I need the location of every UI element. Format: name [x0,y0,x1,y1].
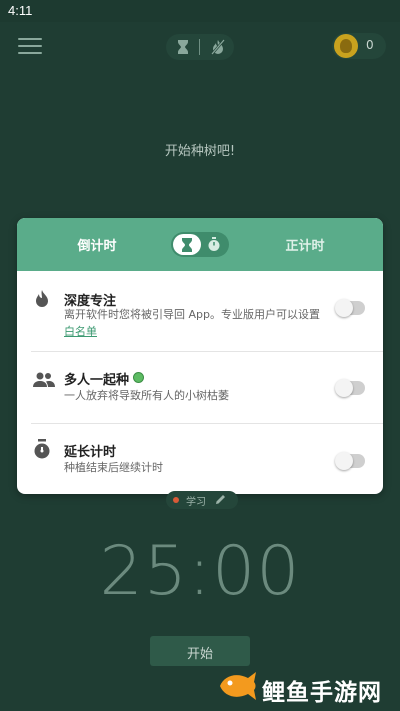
status-bar: 4:11 [0,0,400,22]
status-time: 4:11 [8,3,33,18]
coin-count: 0 [366,38,374,52]
group-plant-switch[interactable] [335,379,365,397]
premium-badge-icon [133,372,145,383]
coin-balance[interactable]: 0 [332,33,386,59]
pencil-icon [216,495,225,504]
hourglass-icon [182,238,192,252]
plant-prompt: 开始种树吧! [164,144,236,159]
mode-selector[interactable] [166,34,234,60]
tab-countdown[interactable]: 倒计时 [67,235,127,254]
group-plant-row[interactable]: 多人一起种 一人放弃将导致所有人的小树枯萎 [17,352,383,422]
focus-tag[interactable]: 学习 [166,491,238,509]
timer-mode-dialog: 倒计时 正计时 深度专注 离开软件时您将被引导回 App。专业版用户可以设置 白… [17,218,383,494]
menu-icon [18,38,42,40]
whitelist-link[interactable]: 白名单 [64,323,97,339]
extend-timer-description: 种植结束后继续计时 [64,461,163,474]
deep-focus-row[interactable]: 深度专注 离开软件时您将被引导回 App。专业版用户可以设置 白名单 [17,271,383,351]
extend-timer-switch[interactable] [335,452,365,470]
group-plant-title: 多人一起种 [64,369,145,388]
fish-logo-icon [220,672,256,700]
timer-mode-toggle[interactable] [171,232,229,257]
deep-focus-description: 离开软件时您将被引导回 App。专业版用户可以设置 [64,308,320,321]
flame-icon [36,290,48,307]
watermark-text: 鲤鱼手游网 [262,680,382,706]
dialog-header: 倒计时 正计时 [17,218,383,271]
tab-countup[interactable]: 正计时 [275,235,335,254]
extend-timer-title: 延长计时 [64,445,117,460]
deep-focus-switch[interactable] [335,299,365,317]
stopwatch-icon [34,439,50,459]
tag-color-dot [173,497,179,503]
start-button-label: 开始 [186,647,213,662]
group-plant-description: 一人放弃将导致所有人的小树枯萎 [64,389,229,402]
mode-divider [199,39,200,55]
coin-icon [334,34,358,58]
stopwatch-icon [208,237,220,251]
timer-display[interactable]: 25:00 [0,532,400,611]
start-button[interactable]: 开始 [150,636,250,666]
menu-button[interactable] [18,38,42,56]
watermark-logo: 鲤鱼手游网 [212,664,400,711]
tag-label: 学习 [186,497,206,508]
hourglass-icon [178,40,188,54]
no-fire-icon [211,39,225,55]
people-icon [33,372,55,387]
extend-timer-row[interactable]: 延长计时 种植结束后继续计时 [17,424,383,494]
toggle-knob [173,234,201,255]
